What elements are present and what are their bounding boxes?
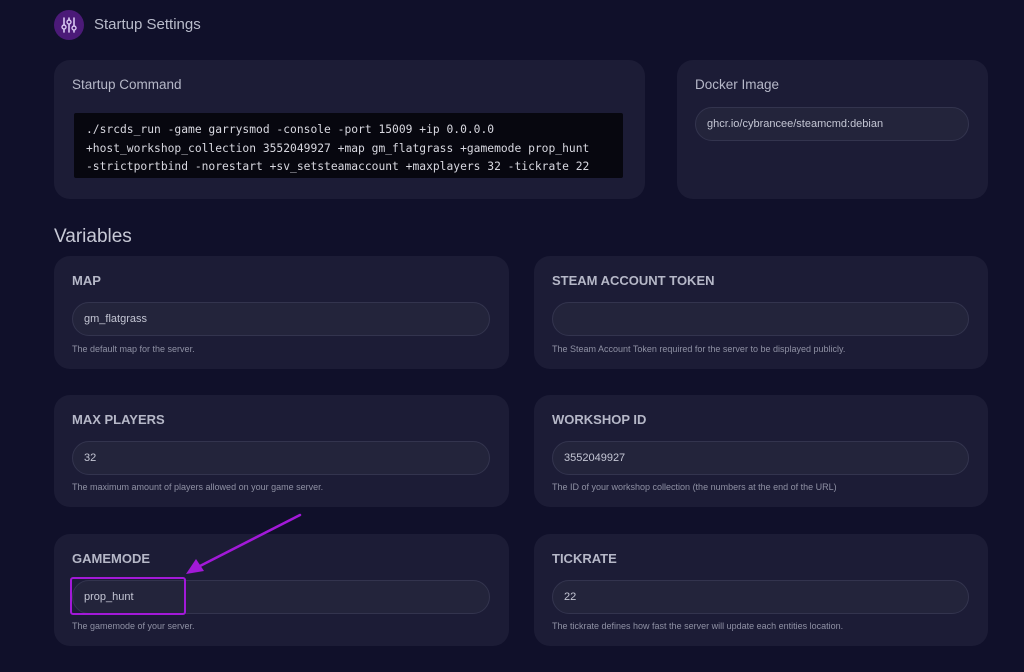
startup-command-title: Startup Command <box>72 77 182 92</box>
workshop-id-variable-card: WORKSHOP ID 3552049927 The ID of your wo… <box>534 395 988 507</box>
gamemode-input[interactable]: prop_hunt <box>72 580 490 614</box>
command-line: ./srcds_run -game garrysmod -console -po… <box>86 123 495 136</box>
sliders-icon <box>54 10 84 40</box>
max-players-description: The maximum amount of players allowed on… <box>72 482 324 492</box>
steam-token-input[interactable] <box>552 302 969 336</box>
steam-token-variable-card: STEAM ACCOUNT TOKEN The Steam Account To… <box>534 256 988 369</box>
tickrate-variable-card: TICKRATE 22 The tickrate defines how fas… <box>534 534 988 646</box>
workshop-id-label: WORKSHOP ID <box>552 412 647 427</box>
max-players-variable-card: MAX PLAYERS 32 The maximum amount of pla… <box>54 395 509 507</box>
map-label: MAP <box>72 273 101 288</box>
map-variable-card: MAP gm_flatgrass The default map for the… <box>54 256 509 369</box>
tickrate-description: The tickrate defines how fast the server… <box>552 621 844 631</box>
workshop-id-description: The ID of your workshop collection (the … <box>552 482 837 492</box>
workshop-id-input[interactable]: 3552049927 <box>552 441 969 475</box>
docker-image-title: Docker Image <box>695 77 780 92</box>
command-line: -strictportbind -norestart +sv_setsteama… <box>86 160 590 173</box>
tickrate-input[interactable]: 22 <box>552 580 969 614</box>
gamemode-description: The gamemode of your server. <box>72 621 195 631</box>
max-players-input[interactable]: 32 <box>72 441 490 475</box>
max-players-label: MAX PLAYERS <box>72 412 165 427</box>
variables-heading: Variables <box>54 226 132 247</box>
map-description: The default map for the server. <box>72 344 195 354</box>
gamemode-label: GAMEMODE <box>72 551 150 566</box>
gamemode-variable-card: GAMEMODE prop_hunt The gamemode of your … <box>54 534 509 646</box>
docker-image-select[interactable]: ghcr.io/cybrancee/steamcmd:debian <box>695 107 969 141</box>
startup-command-box: ./srcds_run -game garrysmod -console -po… <box>74 113 623 178</box>
startup-settings-page: Startup Settings Startup Command ./srcds… <box>0 0 1024 672</box>
page-title: Startup Settings <box>94 16 201 33</box>
tickrate-label: TICKRATE <box>552 551 617 566</box>
steam-token-description: The Steam Account Token required for the… <box>552 344 846 354</box>
docker-image-card: Docker Image ghcr.io/cybrancee/steamcmd:… <box>677 60 988 199</box>
startup-command-card: Startup Command ./srcds_run -game garrys… <box>54 60 645 199</box>
command-line: +host_workshop_collection 3552049927 +ma… <box>86 141 590 155</box>
map-input[interactable]: gm_flatgrass <box>72 302 490 336</box>
steam-token-label: STEAM ACCOUNT TOKEN <box>552 273 715 288</box>
